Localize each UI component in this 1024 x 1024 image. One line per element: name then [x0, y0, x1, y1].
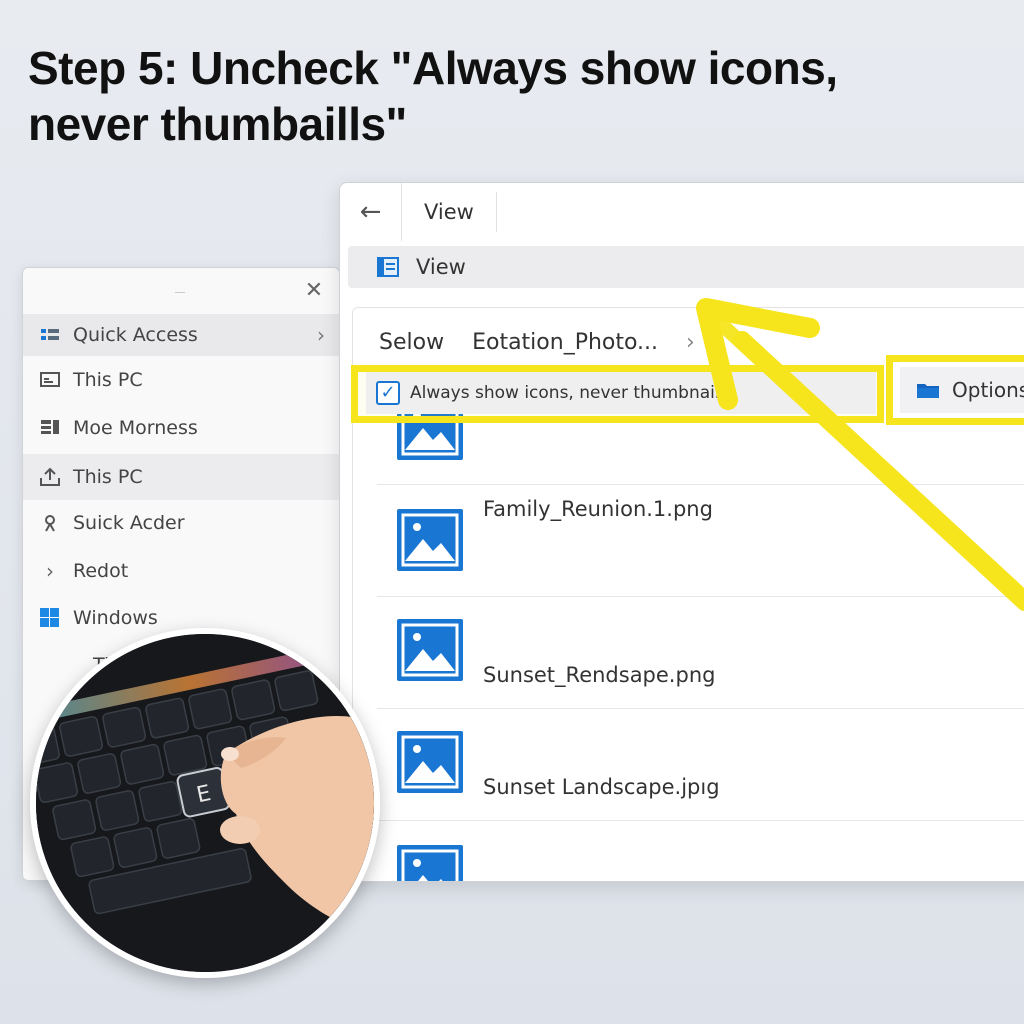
- file-row[interactable]: [377, 820, 1024, 881]
- sidebar-item-moe-morness[interactable]: Moe Morness: [23, 407, 339, 449]
- sidebar-item-suick-acder[interactable]: Suick Acder: [23, 502, 339, 544]
- chevron-right-icon: ›: [686, 329, 695, 355]
- breadcrumb-item[interactable]: Selow: [379, 330, 444, 355]
- tab-view[interactable]: View: [402, 192, 497, 232]
- sidebar-item-label: Windows: [73, 607, 158, 629]
- keyboard-illustration: E: [36, 634, 374, 972]
- file-row[interactable]: [377, 410, 1024, 478]
- document-icon: [37, 417, 63, 439]
- image-file-icon: [397, 509, 463, 571]
- file-row[interactable]: Sunset Landscape.jpıg: [377, 708, 1024, 820]
- sidebar-item-label: This PC: [73, 369, 143, 391]
- sidebar-item-this-pc-2[interactable]: This PC: [23, 454, 339, 500]
- breadcrumb: Selow Eotation_Photo... ›: [379, 324, 695, 360]
- pin-icon: [37, 512, 63, 534]
- blank-icon: [37, 654, 63, 676]
- chevron-right-icon[interactable]: ›: [37, 560, 63, 582]
- file-name: Sunset Landscape.jpıg: [483, 775, 720, 799]
- title-bar: ← View: [340, 183, 1024, 241]
- image-file-icon: [397, 845, 463, 881]
- sidebar-item-label: Suick Acder: [73, 512, 185, 534]
- sidebar-item-this-pc[interactable]: This PC: [23, 359, 339, 401]
- sidebar-item-label: This PC: [73, 466, 143, 488]
- options-label: Options: [952, 378, 1024, 402]
- view-ribbon[interactable]: View: [348, 246, 1024, 288]
- file-row[interactable]: Family_Reunion.1.png: [377, 484, 1024, 594]
- sidebar-item-quick-access[interactable]: Quick Access ›: [23, 314, 339, 356]
- ribbon-view-label: View: [416, 255, 466, 279]
- pc-icon: [37, 369, 63, 391]
- image-file-icon: [397, 619, 463, 681]
- options-button[interactable]: Options: [900, 367, 1024, 413]
- upload-icon: [37, 466, 63, 488]
- step-title: Step 5: Uncheck "Always show icons, neve…: [28, 42, 838, 150]
- keyboard-photo: E: [30, 628, 380, 978]
- quick-access-icon: [37, 324, 63, 346]
- divider: [175, 292, 185, 293]
- view-layout-icon: [376, 256, 400, 278]
- folder-icon: [916, 381, 940, 399]
- view-window: ← View View Selow Eotation_Photo... › Fa…: [339, 182, 1024, 882]
- back-arrow-icon[interactable]: ←: [340, 183, 402, 241]
- always-show-icons-option[interactable]: ✓ Always show icons, never thumbnails: [366, 372, 876, 414]
- sidebar-item-label: Moe Morness: [73, 417, 198, 439]
- sidebar-item-label: Quick Access: [73, 324, 198, 346]
- chevron-right-icon: ›: [317, 323, 325, 347]
- image-file-icon: [397, 731, 463, 793]
- windows-icon: [37, 607, 63, 629]
- sidebar-item-redot[interactable]: › Redot: [23, 550, 339, 592]
- close-icon[interactable]: ✕: [301, 278, 327, 304]
- always-show-icons-checkbox[interactable]: ✓: [376, 381, 400, 405]
- file-name: Sunset_Rendsape.png: [483, 663, 716, 687]
- file-name: Family_Reunion.1.png: [483, 497, 713, 521]
- file-row[interactable]: Sunset_Rendsape.png: [377, 596, 1024, 708]
- checkbox-label: Always show icons, never thumbnails: [410, 383, 729, 403]
- breadcrumb-item[interactable]: Eotation_Photo...: [472, 330, 658, 355]
- sidebar-item-label: Redot: [73, 560, 129, 582]
